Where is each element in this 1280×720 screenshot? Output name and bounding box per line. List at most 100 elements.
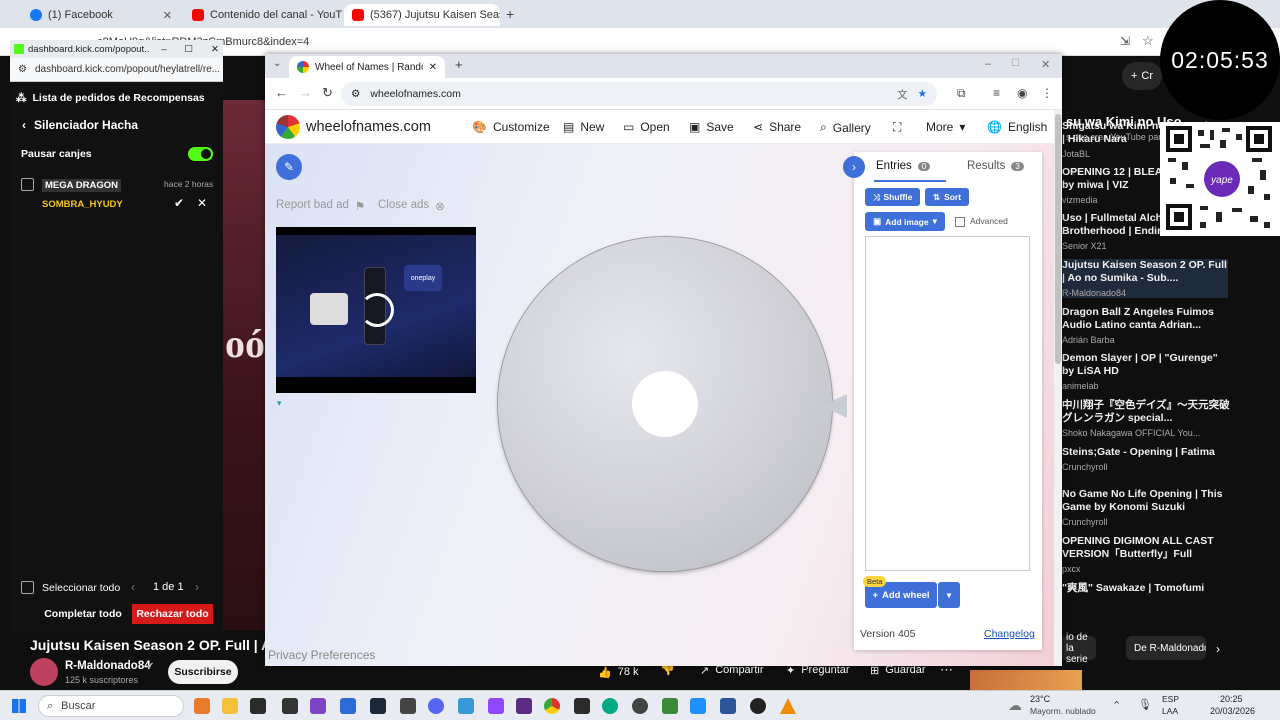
translate-icon[interactable]: 文 [897, 87, 908, 102]
menu-more[interactable]: More ▾ [926, 120, 965, 134]
app-icon[interactable] [516, 698, 532, 714]
keyboard-layout[interactable]: LAA [1162, 706, 1178, 716]
chevron-right-icon[interactable]: › [1216, 642, 1220, 656]
wheel-address-bar[interactable]: ⚙ wheelofnames.com 文 ★ [341, 82, 937, 106]
replay-icon[interactable] [360, 293, 394, 327]
playlist-item[interactable]: Demon Slayer | OP | "Gurenge" by LiSA HD… [1062, 352, 1230, 391]
tab-youtube-studio[interactable]: Contenido del canal - YouTube ✕ [184, 4, 342, 26]
menu-open[interactable]: ▭ Open [623, 120, 670, 134]
kick-url[interactable]: dashboard.kick.com/popout/heylatrell/re.… [35, 64, 220, 75]
back-nav[interactable]: ‹ Silenciador Hacha [22, 118, 138, 132]
app-icon[interactable] [750, 698, 766, 714]
steam-icon[interactable] [370, 698, 386, 714]
tab-wheel-of-names[interactable]: Wheel of Names | Random nam ✕ [289, 56, 445, 78]
maximize-icon[interactable]: ☐ [1011, 58, 1020, 69]
taskbar-search[interactable]: ⌕ Buscar [38, 695, 184, 717]
menu-new[interactable]: ▤ New [563, 120, 604, 134]
app-icon[interactable] [690, 698, 706, 714]
outlook-icon[interactable] [340, 698, 356, 714]
windows-start-icon[interactable] [12, 699, 26, 713]
close-icon[interactable]: ✕ [211, 44, 219, 55]
subscribe-button[interactable]: Suscribirse [168, 660, 238, 684]
prev-page-icon[interactable]: ‹ [131, 580, 135, 594]
fullscreen-icon[interactable]: ⛶ [893, 120, 901, 135]
twitch-icon[interactable] [488, 698, 504, 714]
app-icon[interactable] [458, 698, 474, 714]
maximize-icon[interactable]: ☐ [185, 44, 194, 55]
epic-games-icon[interactable] [282, 698, 298, 714]
obs-icon[interactable] [574, 698, 590, 714]
close-icon[interactable]: ✕ [429, 62, 437, 73]
menu-share[interactable]: ⋖ Share [753, 120, 801, 134]
select-all-checkbox[interactable] [21, 581, 34, 594]
microphone-icon[interactable]: 🎙 [1138, 698, 1152, 711]
video-thumbnail[interactable] [970, 670, 1082, 690]
app-icon[interactable] [310, 698, 326, 714]
video-player[interactable]: oó/ [223, 100, 265, 630]
file-explorer-icon[interactable] [222, 698, 238, 714]
app-icon[interactable] [632, 698, 648, 714]
bookmark-star-icon[interactable]: ★ [918, 88, 927, 100]
complete-all-button[interactable]: Completar todo [40, 604, 126, 624]
reject-icon[interactable]: ✕ [197, 196, 207, 210]
entries-textarea[interactable] [865, 236, 1030, 571]
channel-avatar[interactable] [30, 658, 58, 686]
close-ads-link[interactable]: Close ads ⊗ [378, 199, 445, 213]
playlist-item[interactable]: 中川翔子『空色デイズ』～天元突破グレンラガン special... Shoko N… [1062, 399, 1230, 438]
tab-results[interactable]: Results 3 [967, 160, 1024, 172]
weather-desc[interactable]: Mayorm. nublado [1030, 706, 1096, 716]
chevron-up-icon[interactable]: ⌃ [1112, 699, 1121, 712]
menu-icon[interactable]: ⋮ [1041, 86, 1053, 100]
add-wheel-dropdown[interactable]: ▾ [938, 582, 960, 608]
minimize-icon[interactable]: – [161, 44, 166, 55]
add-image-button[interactable]: ▣ Add image ▾ [865, 212, 945, 231]
create-button[interactable]: + Cr [1122, 62, 1162, 90]
playlist-item-current[interactable]: Jujutsu Kaisen Season 2 OP. Full | Ao no… [1062, 259, 1228, 298]
close-window-icon[interactable]: ✕ [1041, 58, 1050, 71]
back-icon[interactable]: ← [275, 85, 288, 100]
menu-language[interactable]: 🌐 English [987, 120, 1047, 134]
advanced-checkbox[interactable] [955, 217, 965, 227]
changelog-link[interactable]: Changelog [984, 628, 1035, 640]
shuffle-button[interactable]: ⤨ Shuffle [865, 188, 920, 206]
privacy-link[interactable]: Privacy Preferences [268, 648, 375, 662]
menu-save[interactable]: ▣ Save [689, 120, 734, 134]
channel-name[interactable]: R-Maldonado84 [65, 660, 151, 672]
vlc-icon[interactable] [780, 698, 796, 714]
word-icon[interactable] [720, 698, 736, 714]
taskbar-time[interactable]: 20:25 [1220, 694, 1243, 704]
approve-icon[interactable]: ✔ [174, 196, 184, 210]
forward-icon[interactable]: → [299, 85, 312, 100]
sort-button[interactable]: ⇅ Sort [925, 188, 969, 206]
reject-all-button[interactable]: Rechazar todo [132, 604, 213, 624]
logo-icon[interactable] [276, 115, 300, 139]
minimize-icon[interactable]: – [985, 58, 991, 70]
app-icon[interactable] [400, 698, 416, 714]
keyboard-lang[interactable]: ESP [1162, 694, 1179, 704]
new-tab-icon[interactable]: + [455, 57, 463, 72]
advertisement-video[interactable]: oneplay [276, 227, 476, 393]
tab-entries[interactable]: Entries 0 [876, 160, 931, 172]
reload-icon[interactable]: ↻ [322, 85, 333, 101]
weather-temp[interactable]: 23°C [1030, 694, 1050, 704]
edit-pencil-icon[interactable]: ✎ [276, 154, 302, 180]
hide-panel-chevron-icon[interactable]: › [843, 156, 865, 178]
menu-gallery[interactable]: ⌕ Gallery [820, 120, 871, 135]
chip-serie[interactable]: io de la serie [1058, 632, 1096, 665]
page-scrollbar[interactable] [1054, 110, 1062, 666]
media-icon[interactable]: ≡ [993, 86, 1000, 100]
chevron-left-icon[interactable]: ‹ [22, 118, 26, 132]
redemption-user[interactable]: SOMBRA_HYUDY [42, 199, 123, 210]
close-icon[interactable]: ✕ [163, 9, 172, 22]
ad-choices-icon[interactable]: ▾ [277, 398, 282, 409]
playlist-item[interactable]: "爽風" Sawakaze | Tomofumi [1062, 582, 1230, 598]
spin-wheel[interactable] [498, 237, 832, 571]
taskbar-date[interactable]: 20/03/2026 [1210, 706, 1255, 716]
pause-toggle[interactable] [188, 147, 213, 161]
next-page-icon[interactable]: › [195, 580, 199, 594]
new-tab-icon[interactable]: + [506, 6, 514, 22]
wheel-center[interactable] [632, 371, 698, 437]
tab-facebook[interactable]: (1) Facebook ✕ [22, 4, 180, 26]
app-icon[interactable] [662, 698, 678, 714]
extensions-icon[interactable]: ⧉ [957, 86, 966, 101]
